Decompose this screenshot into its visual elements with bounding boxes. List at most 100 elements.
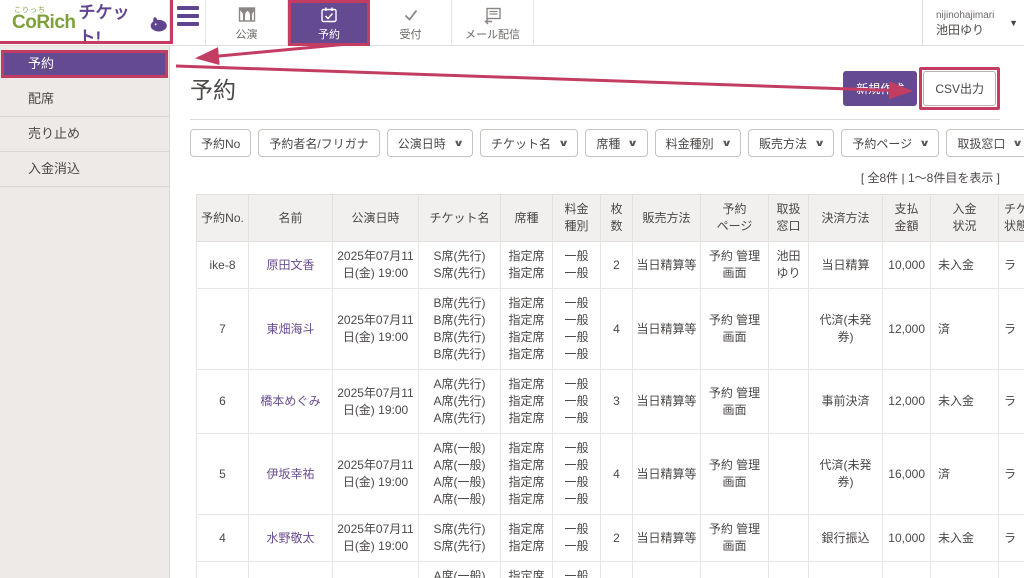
reservation-name-link[interactable]: 伊坂幸祐 — [266, 467, 314, 481]
cell-counter — [768, 561, 809, 578]
cell-clipped: ラ — [998, 514, 1024, 562]
cell-payment-status — [930, 561, 999, 578]
sidebar-item-seating[interactable]: 配席 — [0, 82, 169, 117]
cell-payment-status: 未入金 — [930, 514, 999, 562]
cell-reservation-no: ike-8 — [196, 241, 249, 289]
column-header: 決済方法 — [808, 194, 883, 242]
sidebar: 予約配席売り止め 入金消込 — [0, 46, 170, 578]
cell-fare-types: 一般 一般 — [552, 514, 601, 562]
column-header: 支払 金額 — [882, 194, 931, 242]
cell-reservation-no: 6 — [196, 369, 249, 434]
cell-name: 東畑海斗 — [248, 288, 333, 370]
cell-reservation-no: 5 — [196, 433, 249, 515]
cell-clipped — [998, 561, 1024, 578]
column-header: 公演日時 — [332, 194, 419, 242]
cell-fare-types: 一般 一般 一般 一般 — [552, 433, 601, 515]
chevron-down-icon: ∨ — [627, 137, 639, 148]
cell-payment-status: 未入金 — [930, 369, 999, 434]
caret-down-icon[interactable]: ▼ — [1009, 18, 1018, 28]
chevron-down-icon: ∨ — [814, 137, 826, 148]
cell-reservation-page: 予約 管理画面 — [700, 241, 769, 289]
filter-label: チケット名 — [491, 136, 552, 151]
cell-reservation-no — [196, 561, 249, 578]
cell-reservation-page — [700, 561, 769, 578]
column-header: 販売方法 — [632, 194, 701, 242]
filter-performance-date-dropdown[interactable]: 公演日時 ∨ — [386, 129, 474, 157]
title-divider — [190, 119, 1000, 120]
sidebar-item-label: 配席 — [28, 91, 55, 106]
mail-send-icon — [484, 7, 501, 24]
cell-amount: 10,000 — [882, 514, 931, 562]
sidebar-item-reservations[interactable]: 予約 — [1, 50, 168, 78]
cell-payment-method: 事前決済 — [808, 369, 883, 434]
sidebar-item-stop-sales[interactable]: 売り止め — [0, 117, 169, 152]
nav-tab-mail-delivery[interactable]: メール配信 — [452, 0, 534, 46]
cell-seat-types: 指定席 指定席 指定席 — [500, 369, 553, 434]
mascot-icon — [150, 16, 167, 32]
column-header: 取扱 窓口 — [768, 194, 809, 242]
cell-amount: 10,000 — [882, 241, 931, 289]
reservation-name-link[interactable]: 原田文香 — [266, 258, 314, 272]
filter-reservation-page-dropdown[interactable]: 予約ページ ∨ — [841, 129, 940, 157]
cell-reservation-no: 7 — [196, 288, 249, 370]
column-header: 予約 ページ — [700, 194, 769, 242]
cell-sales-method: 当日精算等 — [632, 241, 701, 289]
filter-name-kana-input[interactable]: 予約者名/フリガナ — [258, 129, 380, 157]
curtain-icon — [238, 6, 255, 22]
cell-payment-status: 済 — [930, 288, 999, 370]
reservation-name-link[interactable]: 橋本めぐみ — [260, 394, 320, 408]
cell-seat-types: 指定席 指定席 指定席 指定席 — [500, 433, 553, 515]
csv-export-button[interactable]: CSV出力 — [923, 70, 996, 106]
cell-name: 橋本めぐみ — [248, 369, 333, 434]
annotation-box-csv: CSV出力 — [919, 66, 1000, 110]
filter-label: 公演日時 — [397, 136, 446, 151]
cell-counter: 池田ゆり — [768, 241, 809, 289]
table-row: 4 水野敬太 2025年07月11日(金) 19:00 S席(先行) S席(先行) 指定席… — [196, 514, 1024, 562]
cell-sales-method — [632, 561, 701, 578]
check-icon — [404, 9, 417, 21]
cell-performance-datetime: 2025年07月11日(金) 19:00 — [332, 514, 419, 562]
table-header-row: 予約No. 名前 公演日時 チケット名 席種 料金 種別枚 数販売方法 予約 ページ 取扱 窓… — [196, 194, 1024, 242]
cell-amount — [882, 561, 931, 578]
cell-payment-method: 代済(未発券) — [808, 288, 883, 370]
filter-seat-type-dropdown[interactable]: 席種 ∨ — [585, 129, 648, 157]
reservation-name-link[interactable]: 水野敬太 — [266, 531, 314, 545]
cell-counter — [768, 433, 809, 515]
create-new-button[interactable]: 新規作成 — [843, 70, 918, 106]
cell-performance-datetime — [332, 561, 419, 578]
reservation-name-link[interactable]: 東畑海斗 — [266, 322, 314, 336]
user-menu[interactable]: nijinohajimari 池田ゆり ▼ — [922, 0, 1024, 45]
corich-ticket-logo[interactable]: こりっち CoRich チケット! — [0, 0, 173, 47]
nav-tab-performances[interactable]: 公演 — [206, 0, 288, 46]
column-header: チケット名 — [418, 194, 501, 242]
filter-fare-type-dropdown[interactable]: 料金種別 ∨ — [654, 129, 741, 157]
chevron-down-icon: ∨ — [558, 137, 570, 148]
column-header: 席種 — [500, 194, 553, 242]
cell-reservation-page: 予約 管理画面 — [700, 433, 769, 515]
cell-quantity — [600, 561, 633, 578]
cell-payment-status: 未入金 — [930, 241, 999, 289]
filter-reservation-no-input[interactable]: 予約No — [190, 129, 252, 157]
cell-counter — [768, 514, 809, 562]
filter-ticket-name-dropdown[interactable]: チケット名 ∨ — [480, 129, 579, 157]
filter-counter-dropdown[interactable]: 取扱窓口 ∨ — [946, 129, 1024, 157]
chevron-down-icon: ∨ — [1012, 137, 1024, 148]
sidebar-item-payment-reconciliation[interactable]: 入金消込 — [0, 152, 169, 187]
table-row: 5 伊坂幸祐 2025年07月11日(金) 19:00 A席(一般) A席(一般) A席(… — [196, 433, 1024, 515]
column-header: 名前 — [248, 194, 333, 242]
nav-tab-reservations[interactable]: 予約 — [288, 0, 370, 46]
sidebar-item-label: 予約 — [28, 56, 55, 71]
cell-sales-method: 当日精算等 — [632, 288, 701, 370]
nav-tab-label: 受付 — [399, 28, 422, 41]
nav-tab-reception[interactable]: 受付 — [370, 0, 452, 46]
filter-sales-method-dropdown[interactable]: 販売方法 ∨ — [748, 129, 835, 157]
hamburger-menu-icon[interactable] — [170, 0, 206, 45]
cell-tickets: B席(先行) B席(先行) B席(先行) B席(先行) — [418, 288, 501, 370]
cell-tickets: S席(先行) S席(先行) — [418, 514, 501, 562]
top-bar: こりっち CoRich チケット! 公演 予約 受付 メール配信 nijinohaji… — [0, 0, 1024, 47]
chevron-down-icon: ∨ — [919, 137, 931, 148]
page-title: 予約 — [190, 77, 236, 103]
cell-fare-types: 一般 一般 — [552, 241, 601, 289]
table-row: 6 橋本めぐみ 2025年07月11日(金) 19:00 A席(先行) A席(先行) A席… — [196, 369, 1024, 434]
cell-clipped: ラ — [998, 433, 1024, 515]
